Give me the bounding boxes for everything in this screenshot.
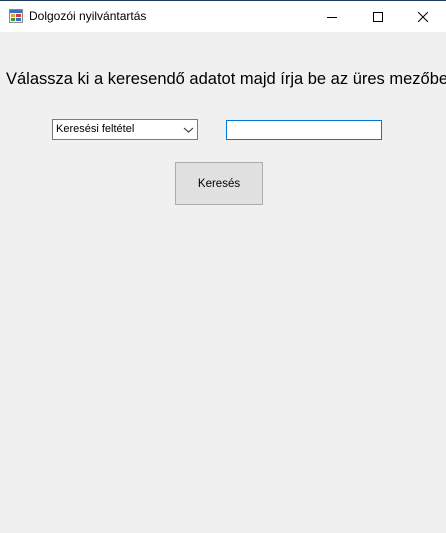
maximize-button[interactable]	[355, 1, 401, 32]
window-title: Dolgozói nyilvántartás	[29, 9, 147, 23]
minimize-button[interactable]	[309, 1, 355, 32]
chevron-down-icon[interactable]	[183, 125, 194, 134]
search-criteria-select[interactable]: Keresési feltétel	[52, 119, 198, 140]
instruction-label: Válassza ki a keresendő adatot majd írja…	[6, 70, 446, 88]
search-input[interactable]	[226, 120, 382, 140]
main-window: Dolgozói nyilvántartás Válassza ki a ker…	[0, 0, 446, 533]
maximize-icon	[373, 11, 383, 22]
search-criteria-value: Keresési feltétel	[56, 123, 135, 135]
app-form-icon[interactable]	[9, 9, 23, 23]
title-bar[interactable]: Dolgozói nyilvántartás	[0, 1, 446, 32]
close-icon	[418, 11, 428, 22]
search-button[interactable]: Keresés	[175, 162, 263, 205]
close-button[interactable]	[400, 1, 446, 32]
minimize-icon	[327, 16, 337, 18]
